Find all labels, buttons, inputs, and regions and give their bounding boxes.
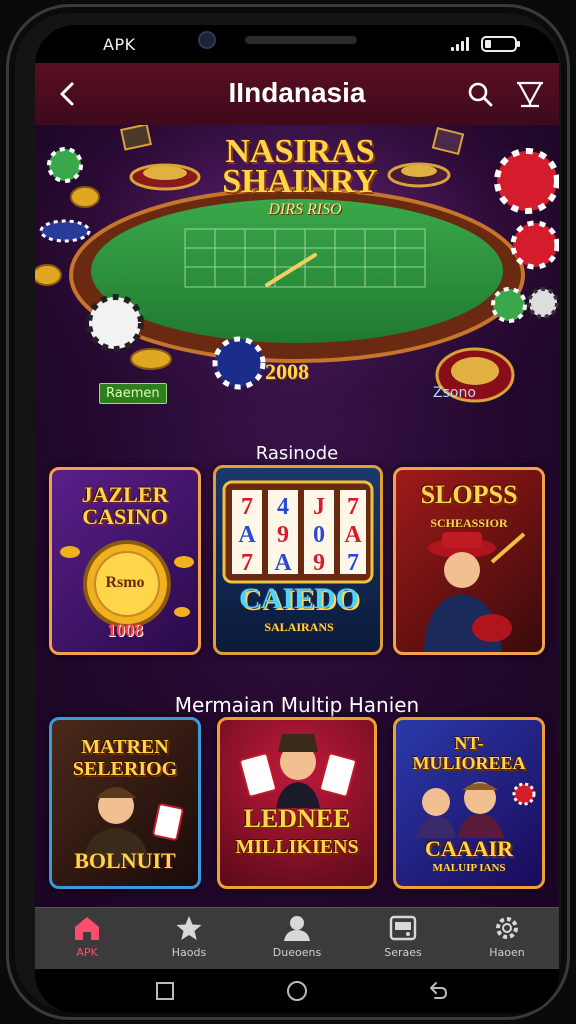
card-title-line1: MATREN [81, 736, 169, 758]
home-icon [75, 917, 99, 940]
back-button[interactable] [51, 77, 85, 111]
back-arrow-icon [430, 982, 448, 999]
filter-button[interactable] [515, 77, 545, 109]
hero-subtitle: DIRS RISO [268, 201, 342, 218]
hero-title-line2: SHAINRY [222, 163, 378, 200]
svg-text:4: 4 [277, 494, 289, 520]
nav-item-seraes[interactable]: Seraes [363, 914, 443, 966]
svg-text:9: 9 [313, 550, 325, 576]
star-icon [176, 916, 202, 940]
svg-text:7: 7 [347, 494, 359, 520]
card-title: CAIEDO [238, 582, 359, 615]
square-icon [156, 982, 174, 1000]
slot-reels-icon: 74J7 A90A 7A97 [222, 480, 374, 584]
nav-label: Seraes [384, 946, 422, 959]
user-icon [284, 916, 310, 941]
search-button[interactable] [465, 79, 495, 109]
cards-character-icon [239, 734, 357, 808]
recent-apps-button[interactable] [153, 979, 177, 1003]
bottom-nav: APK Haods Dueoens Seraes Haoen [35, 907, 559, 969]
hero-banner[interactable]: NASIRAS SHAINRY DIRS RISO Raemen 2008 Zs… [35, 125, 559, 425]
svg-text:7: 7 [241, 494, 253, 520]
phone-frame: APK IIndanasia NASIRAS SHAINRY DIRS RISO… [6, 4, 570, 1020]
slot-icon [389, 915, 417, 941]
crowd-character-icon [416, 782, 536, 838]
svg-text:0: 0 [313, 522, 325, 548]
card-footer: CAAAIR [425, 836, 513, 861]
card-title-line2: MULIOREEA [412, 753, 526, 773]
svg-text:7: 7 [347, 550, 359, 576]
svg-text:9: 9 [277, 522, 289, 548]
game-card-nt-mulioreea[interactable]: NT- MULIOREEA CAAAIR MALUIP IANS [393, 717, 545, 889]
game-card-jazler-casino[interactable]: JAZLER CASINO Rsmo 1008 [49, 467, 201, 655]
game-card-lednee[interactable]: LEDNEE MILLIKIENS [217, 717, 377, 889]
status-carrier: APK [103, 35, 136, 54]
game-card-slopss[interactable]: SLOPSS SCHEASSIOR [393, 467, 545, 655]
svg-text:7: 7 [241, 550, 253, 576]
nav-item-dueoens[interactable]: Dueoens [257, 914, 337, 966]
nav-item-haoen[interactable]: Haoen [467, 914, 547, 966]
status-bar: APK [35, 25, 559, 63]
nav-item-haods[interactable]: Haods [149, 914, 229, 966]
hero-number: 2008 [265, 359, 309, 384]
front-camera [198, 31, 216, 49]
system-nav-bar [35, 969, 559, 1013]
card-title-line1: NT- [454, 733, 484, 753]
back-chevron-icon [60, 82, 74, 106]
nav-label: APK [76, 946, 98, 959]
nav-item-home[interactable]: APK [47, 914, 127, 966]
card-title: SLOPSS [420, 480, 518, 509]
card-sub: SCHEASSIOR [430, 516, 508, 530]
nav-label: Haods [171, 946, 207, 959]
svg-text:A: A [344, 522, 362, 548]
game-card-slot-reels[interactable]: 74J7 A90A 7A97 CAIEDO SALAIRANS [213, 465, 383, 655]
svg-text:A: A [274, 550, 292, 576]
hero-title: NASIRAS SHAINRY [205, 135, 395, 200]
search-icon [468, 82, 493, 107]
back-system-button[interactable] [425, 979, 449, 1003]
svg-text:J: J [313, 494, 325, 520]
hero-badge-right[interactable]: Zsono [433, 385, 476, 401]
app-header: IIndanasia [35, 63, 559, 125]
nav-label: Dueoens [272, 946, 322, 959]
nav-label: Haoen [489, 946, 525, 959]
filter-icon [517, 81, 543, 108]
card-sub: SALAIRANS [264, 620, 334, 634]
phone-screen: APK IIndanasia NASIRAS SHAINRY DIRS RISO… [35, 25, 559, 1013]
settings-icon [496, 917, 518, 939]
svg-text:A: A [238, 522, 256, 548]
signal-icon [451, 37, 471, 51]
section-title-2: Mermaian Multip Hanien [174, 693, 420, 717]
section-title-1: Rasinode [255, 443, 339, 464]
card-footer2: MALUIP IANS [432, 862, 506, 874]
home-system-button[interactable] [285, 979, 309, 1003]
battery-icon [481, 36, 520, 52]
earpiece-speaker [245, 36, 357, 44]
musician-character-icon [424, 532, 526, 652]
hero-badge-left[interactable]: Raemen [99, 383, 167, 404]
main-content[interactable]: NASIRAS SHAINRY DIRS RISO Raemen 2008 Zs… [35, 125, 559, 907]
game-card-matren[interactable]: MATREN SELERIOG BOLNUIT [49, 717, 201, 889]
card-footer: BOLNUIT [74, 848, 176, 873]
card-coin-text: Rsmo [105, 574, 145, 591]
card-footer: 1008 [107, 620, 143, 640]
card-title-line1: JAZLER [81, 482, 169, 507]
card-title-line1: LEDNEE [243, 804, 351, 833]
card-title-line2: MILLIKIENS [235, 836, 359, 858]
app-title: IIndanasia [228, 77, 366, 108]
card-title-line2: CASINO [82, 504, 168, 529]
circle-icon [287, 981, 307, 1001]
